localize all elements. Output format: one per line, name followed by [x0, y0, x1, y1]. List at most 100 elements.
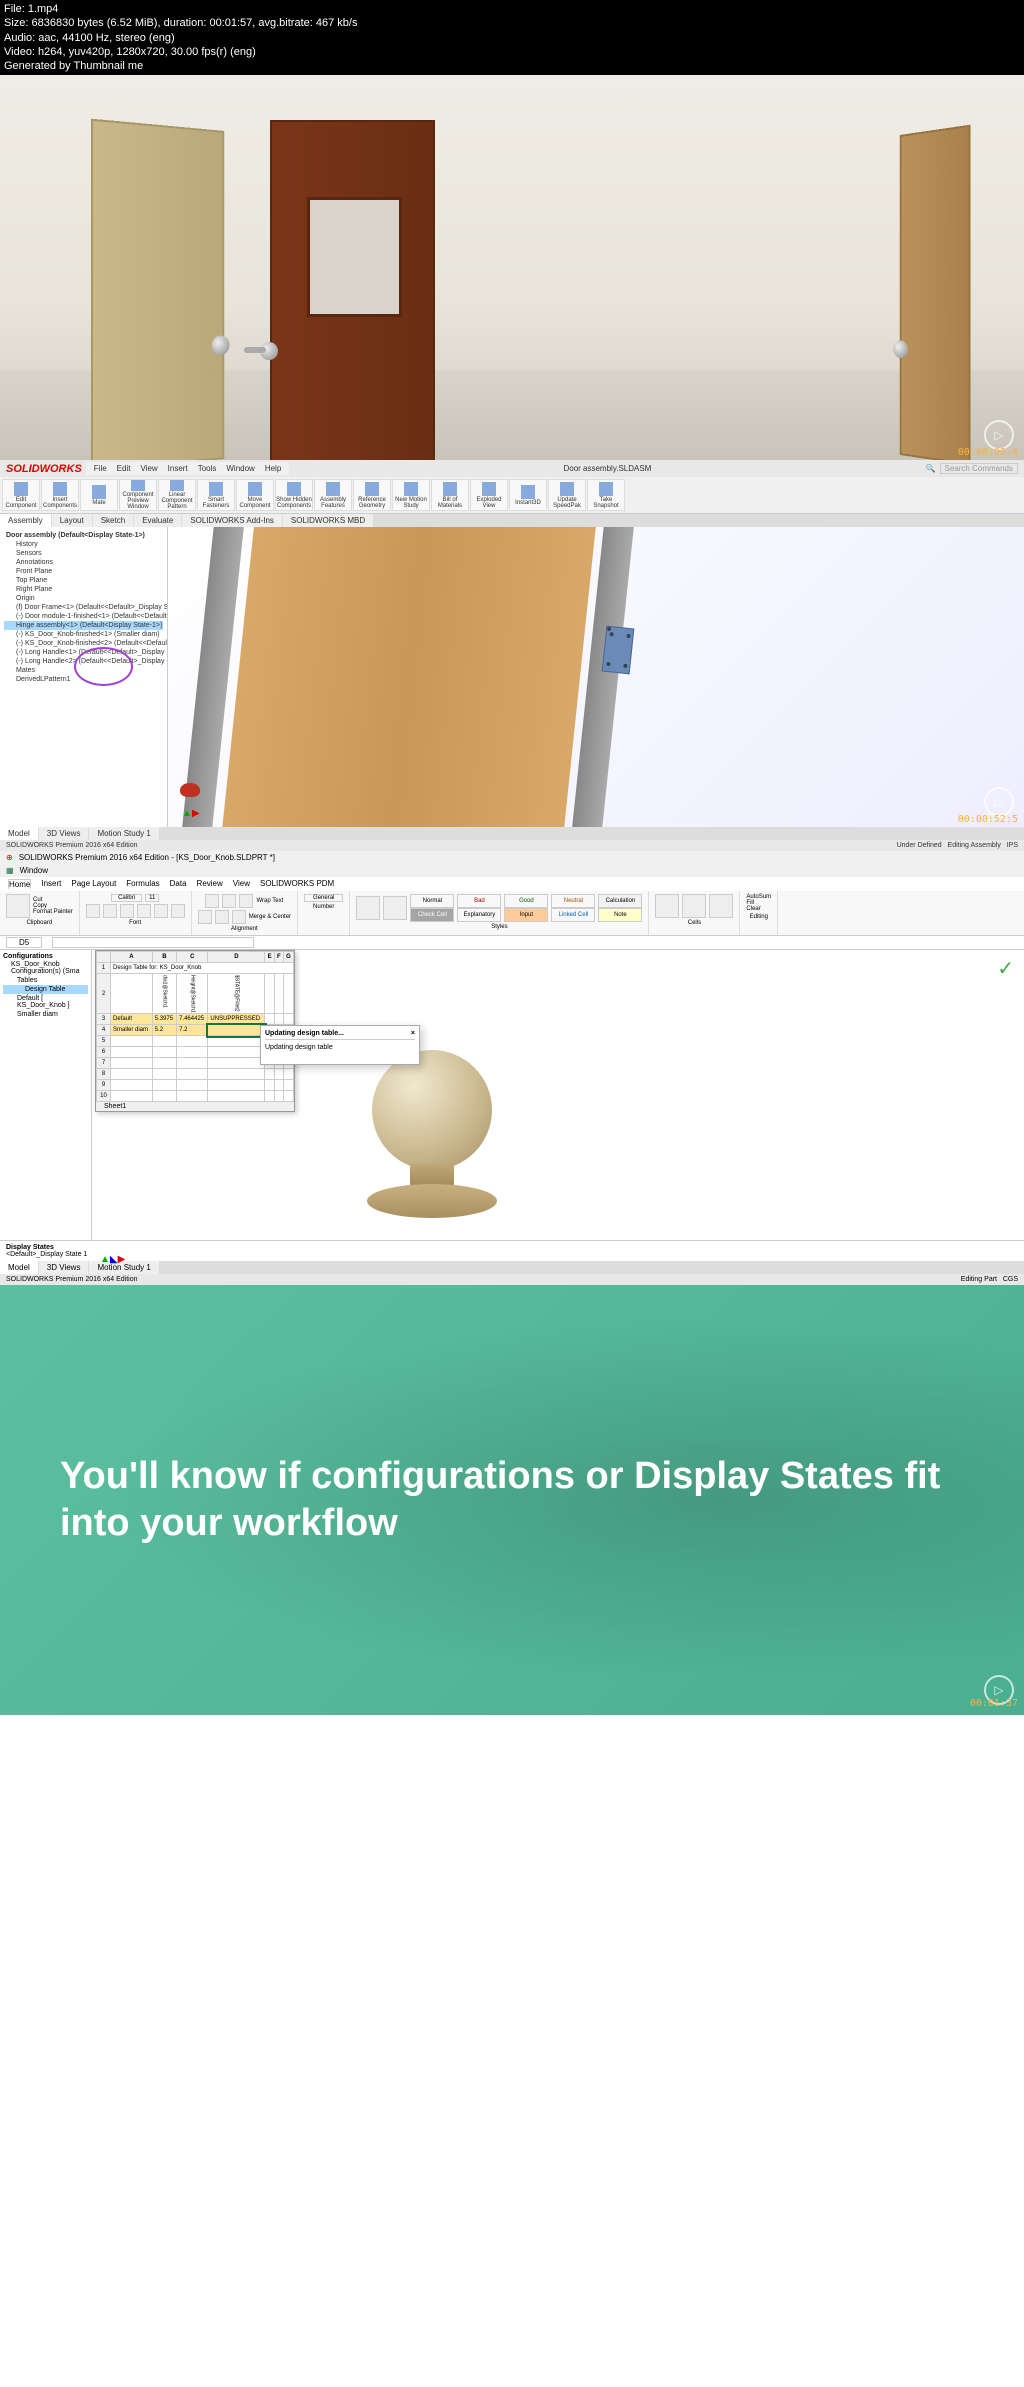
menu-tools[interactable]: Tools — [198, 464, 217, 473]
btn-show-hidden[interactable]: Show Hidden Components — [275, 479, 313, 511]
tree-item[interactable]: (-) Door module-1-finished<1> (Default<<… — [4, 612, 163, 621]
align-bot-button[interactable] — [239, 894, 253, 908]
tree-origin[interactable]: Origin — [4, 594, 163, 603]
tree-item-selected[interactable]: Hinge assembly<1> (Default<Display State… — [4, 621, 163, 630]
style-linked-cell[interactable]: Linked Cell — [551, 908, 595, 922]
menu-file[interactable]: File — [94, 464, 107, 473]
tab-mbd[interactable]: SOLIDWORKS MBD — [283, 514, 373, 527]
menu-window[interactable]: Window — [226, 464, 254, 473]
tree-top-plane[interactable]: Top Plane — [4, 576, 163, 585]
btn-snapshot[interactable]: Take Snapshot — [587, 479, 625, 511]
tree-sensors[interactable]: Sensors — [4, 549, 163, 558]
menu-view[interactable]: View — [140, 464, 157, 473]
close-icon[interactable]: × — [411, 1030, 415, 1037]
tree-history[interactable]: History — [4, 540, 163, 549]
config-tree[interactable]: Configurations KS_Door_Knob Configuratio… — [0, 950, 92, 1240]
wrap-text-button[interactable]: Wrap Text — [256, 898, 283, 904]
bottab-motion[interactable]: Motion Study 1 — [89, 827, 158, 840]
btn-reference-geometry[interactable]: Reference Geometry — [353, 479, 391, 511]
btn-linear-pattern[interactable]: Linear Component Pattern — [158, 479, 196, 511]
paste-button[interactable] — [6, 894, 30, 918]
search-box[interactable]: Search Commands — [940, 463, 1018, 474]
format-as-table-button[interactable] — [383, 896, 407, 920]
ribtab-insert[interactable]: Insert — [41, 879, 61, 889]
bottab-3dviews[interactable]: 3D Views — [39, 1261, 89, 1274]
btn-mate[interactable]: Mate — [80, 479, 118, 511]
play-overlay-icon[interactable]: ▷ — [984, 787, 1014, 817]
feature-tree[interactable]: Door assembly (Default<Display State-1>)… — [0, 527, 168, 827]
checkmark-icon[interactable]: ✓ — [997, 956, 1014, 981]
ribtab-page-layout[interactable]: Page Layout — [71, 879, 116, 889]
tree-item[interactable]: (-) KS_Door_Knob-finished<1> (Smaller di… — [4, 630, 163, 639]
delete-cells-button[interactable] — [682, 894, 706, 918]
cell-reference[interactable]: D5 — [6, 937, 42, 948]
ribtab-data[interactable]: Data — [170, 879, 187, 889]
tree-right-plane[interactable]: Right Plane — [4, 585, 163, 594]
btn-edit-component[interactable]: Edit Component — [2, 479, 40, 511]
disp-item[interactable]: <Default>_Display State 1 — [6, 1251, 1018, 1258]
insert-cells-button[interactable] — [655, 894, 679, 918]
btn-bom[interactable]: Bill of Materials — [431, 479, 469, 511]
conditional-formatting-button[interactable] — [356, 896, 380, 920]
tab-evaluate[interactable]: Evaluate — [134, 514, 181, 527]
style-neutral[interactable]: Neutral — [551, 894, 595, 908]
style-note[interactable]: Note — [598, 908, 642, 922]
style-calculation[interactable]: Calculation — [598, 894, 642, 908]
viewport-3d[interactable]: ▲▶ ▷ 00:00:52:5 — [168, 527, 1024, 827]
style-normal[interactable]: Normal — [410, 894, 454, 908]
tree-root[interactable]: Door assembly (Default<Display State-1>) — [4, 531, 163, 540]
align-left-button[interactable] — [198, 910, 212, 924]
ribtab-formulas[interactable]: Formulas — [126, 879, 159, 889]
tree-item[interactable]: (f) Door Frame<1> (Default<<Default>_Dis… — [4, 603, 163, 612]
tree-tables[interactable]: Tables — [3, 976, 88, 985]
align-right-button[interactable] — [232, 910, 246, 924]
align-mid-button[interactable] — [222, 894, 236, 908]
tab-addins[interactable]: SOLIDWORKS Add-Ins — [182, 514, 282, 527]
menu-help[interactable]: Help — [265, 464, 281, 473]
ribtab-view[interactable]: View — [233, 879, 250, 889]
btn-insert-components[interactable]: Insert Components — [41, 479, 79, 511]
tree-config-default[interactable]: Default [ KS_Door_Knob ] — [3, 994, 88, 1010]
btn-assembly-features[interactable]: Assembly Features — [314, 479, 352, 511]
clear-button[interactable]: Clear — [746, 906, 771, 912]
tree-item-circled[interactable]: (-) Long Handle<2> (Default<<Default>_Di… — [4, 657, 163, 666]
btn-instant3d[interactable]: Instant3D — [509, 479, 547, 511]
ribtab-home[interactable]: Home — [8, 879, 31, 889]
search-icon[interactable]: 🔍 — [926, 464, 936, 473]
tab-sketch[interactable]: Sketch — [93, 514, 133, 527]
btn-exploded-view[interactable]: Exploded View — [470, 479, 508, 511]
align-top-button[interactable] — [205, 894, 219, 908]
tree-config-smaller[interactable]: Smaller diam — [3, 1010, 88, 1019]
btn-speedpak[interactable]: Update SpeedPak — [548, 479, 586, 511]
bottab-3dviews[interactable]: 3D Views — [39, 827, 89, 840]
font-name-select[interactable]: Calibri — [111, 894, 142, 902]
formula-input[interactable] — [52, 937, 254, 948]
border-button[interactable] — [137, 904, 151, 918]
style-input[interactable]: Input — [504, 908, 548, 922]
number-format-select[interactable]: General — [304, 894, 343, 902]
tree-design-table-selected[interactable]: Design Table — [3, 985, 88, 994]
tree-item[interactable]: (-) KS_Door_Knob-finished<2> (Default<<D… — [4, 639, 163, 648]
bold-button[interactable] — [86, 904, 100, 918]
style-explanatory[interactable]: Explanatory — [457, 908, 501, 922]
btn-preview-window[interactable]: Component Preview Window — [119, 479, 157, 511]
underline-button[interactable] — [120, 904, 134, 918]
btn-move-component[interactable]: Move Component — [236, 479, 274, 511]
bottab-model[interactable]: Model — [0, 1261, 38, 1274]
btn-smart-fasteners[interactable]: Smart Fasteners — [197, 479, 235, 511]
tree-front-plane[interactable]: Front Plane — [4, 567, 163, 576]
format-painter-button[interactable]: Format Painter — [33, 909, 73, 915]
tree-annotations[interactable]: Annotations — [4, 558, 163, 567]
style-good[interactable]: Good — [504, 894, 548, 908]
tab-layout[interactable]: Layout — [52, 514, 92, 527]
font-color-button[interactable] — [171, 904, 185, 918]
ribtab-review[interactable]: Review — [197, 879, 223, 889]
tab-assembly[interactable]: Assembly — [0, 514, 51, 527]
style-bad[interactable]: Bad — [457, 894, 501, 908]
tree-root[interactable]: KS_Door_Knob Configuration(s) (Sma — [3, 960, 88, 976]
menu-insert[interactable]: Insert — [168, 464, 188, 473]
sheet-title[interactable]: Design Table for: KS_Door_Knob — [111, 963, 294, 974]
align-center-button[interactable] — [215, 910, 229, 924]
merge-center-button[interactable]: Merge & Center — [249, 914, 291, 920]
font-size-select[interactable]: 11 — [145, 894, 159, 902]
